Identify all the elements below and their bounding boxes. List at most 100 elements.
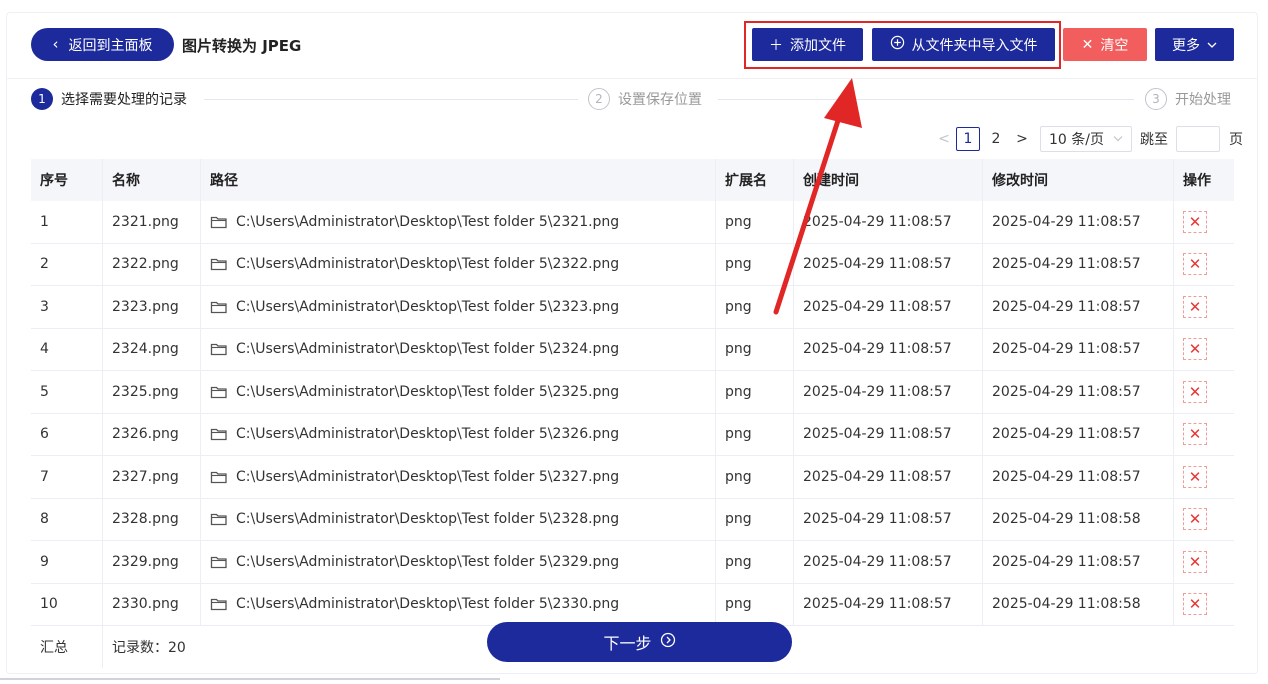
back-to-dashboard-button[interactable]: ‹ 返回到主面板 [31,28,174,61]
delete-x-icon[interactable]: ✕ [1183,550,1207,573]
modified-time: 2025-04-29 11:08:57 [983,286,1174,328]
folder-icon[interactable] [210,470,228,484]
step-label: 设置保存位置 [618,92,702,108]
column-header: 路径 [201,159,716,201]
file-extension: png [716,286,794,328]
folder-icon[interactable] [210,555,228,569]
table-row: 5 2325.png C:\Users\Administrator\Desktop\… [31,371,1234,414]
folder-icon[interactable] [210,257,228,271]
table-body: 1 2321.png C:\Users\Administrator\Desktop\… [31,201,1234,626]
folder-icon[interactable] [210,300,228,314]
row-index: 7 [31,456,103,498]
folder-icon[interactable] [210,597,228,611]
step-2: 2 设置保存位置 [588,88,702,110]
created-time: 2025-04-29 11:08:57 [794,286,983,328]
file-path-cell: C:\Users\Administrator\Desktop\Test fold… [201,541,716,583]
folder-icon[interactable] [210,385,228,399]
file-path: C:\Users\Administrator\Desktop\Test fold… [236,426,620,443]
file-extension: png [716,243,794,285]
column-header: 名称 [103,159,201,201]
file-path: C:\Users\Administrator\Desktop\Test fold… [236,256,620,273]
modified-time: 2025-04-29 11:08:57 [983,243,1174,285]
table-row: 9 2329.png C:\Users\Administrator\Desktop\… [31,541,1234,584]
next-page-button[interactable]: > [1014,131,1030,147]
table-row: 8 2328.png C:\Users\Administrator\Desktop\… [31,498,1234,541]
folder-icon[interactable] [210,512,228,526]
created-time: 2025-04-29 11:08:57 [794,328,983,370]
column-header: 序号 [31,159,103,201]
file-path: C:\Users\Administrator\Desktop\Test fold… [236,383,620,400]
modified-time: 2025-04-29 11:08:57 [983,371,1174,413]
file-name: 2324.png [103,328,201,370]
chevron-left-icon: ‹ [52,35,59,53]
page-size-select[interactable]: 10 条/页 [1040,126,1132,152]
file-name: 2321.png [103,201,201,243]
delete-x-icon[interactable]: ✕ [1183,593,1207,616]
file-table: 序号 名称 路径 扩展名 创建时间 修改时间 操作 1 2321.png C:\Us… [31,159,1234,668]
page-1-button[interactable]: 1 [956,127,980,151]
row-index: 8 [31,498,103,540]
row-index: 4 [31,328,103,370]
created-time: 2025-04-29 11:08:57 [794,541,983,583]
prev-page-button[interactable]: < [936,131,952,147]
file-extension: png [716,371,794,413]
page-size-value: 10 条/页 [1049,132,1104,148]
file-path: C:\Users\Administrator\Desktop\Test fold… [236,468,620,485]
file-path: C:\Users\Administrator\Desktop\Test fold… [236,553,620,570]
modified-time: 2025-04-29 11:08:57 [983,413,1174,455]
table-row: 7 2327.png C:\Users\Administrator\Desktop\… [31,456,1234,499]
delete-x-icon[interactable]: ✕ [1183,253,1207,276]
action-cell: ✕ [1174,499,1234,541]
file-name: 2326.png [103,413,201,455]
window-scroll-edge [0,678,500,680]
step-number: 1 [31,88,53,110]
modified-time: 2025-04-29 11:08:57 [983,541,1174,583]
column-header: 扩展名 [716,159,794,201]
modified-time: 2025-04-29 11:08:58 [983,583,1174,625]
column-header: 修改时间 [983,159,1174,201]
folder-icon[interactable] [210,427,228,441]
table-row: 1 2321.png C:\Users\Administrator\Desktop\… [31,201,1234,244]
file-name: 2329.png [103,541,201,583]
more-button[interactable]: 更多 [1155,28,1234,61]
pagination: < 1 2 > 10 条/页 跳至 页 [936,126,1243,152]
table-row: 3 2323.png C:\Users\Administrator\Desktop\… [31,286,1234,329]
created-time: 2025-04-29 11:08:57 [794,456,983,498]
next-step-button[interactable]: 下一步 [487,622,792,662]
file-name: 2323.png [103,286,201,328]
column-header: 创建时间 [794,159,983,201]
folder-icon[interactable] [210,215,228,229]
summary-label: 汇总 [31,626,103,668]
file-name: 2322.png [103,243,201,285]
folder-icon[interactable] [210,342,228,356]
back-button-label: 返回到主面板 [68,37,153,54]
delete-x-icon[interactable]: ✕ [1183,508,1207,531]
delete-x-icon[interactable]: ✕ [1183,380,1207,403]
file-path-cell: C:\Users\Administrator\Desktop\Test fold… [201,413,716,455]
file-path-cell: C:\Users\Administrator\Desktop\Test fold… [201,328,716,370]
delete-x-icon[interactable]: ✕ [1183,210,1207,233]
file-extension: png [716,201,794,243]
delete-x-icon[interactable]: ✕ [1183,423,1207,446]
clear-button[interactable]: ✕ 清空 [1063,28,1147,61]
table-row: 2 2322.png C:\Users\Administrator\Desktop\… [31,243,1234,286]
delete-x-icon[interactable]: ✕ [1183,465,1207,488]
modified-time: 2025-04-29 11:08:58 [983,498,1174,540]
step-connector [718,99,1134,100]
page-title: 图片转换为 JPEG [182,37,302,55]
close-icon: ✕ [1081,36,1094,53]
modified-time: 2025-04-29 11:08:57 [983,201,1174,243]
column-header: 操作 [1183,173,1211,189]
action-cell: ✕ [1174,541,1234,583]
file-path-cell: C:\Users\Administrator\Desktop\Test fold… [201,243,716,285]
file-extension: png [716,328,794,370]
file-path-cell: C:\Users\Administrator\Desktop\Test fold… [201,286,716,328]
file-path-cell: C:\Users\Administrator\Desktop\Test fold… [201,201,716,243]
step-label: 开始处理 [1175,92,1231,108]
page-2-button[interactable]: 2 [984,127,1008,151]
jump-page-input[interactable] [1176,126,1220,152]
record-count: 记录数：20 [112,640,186,656]
delete-x-icon[interactable]: ✕ [1183,295,1207,318]
delete-x-icon[interactable]: ✕ [1183,338,1207,361]
created-time: 2025-04-29 11:08:57 [794,413,983,455]
